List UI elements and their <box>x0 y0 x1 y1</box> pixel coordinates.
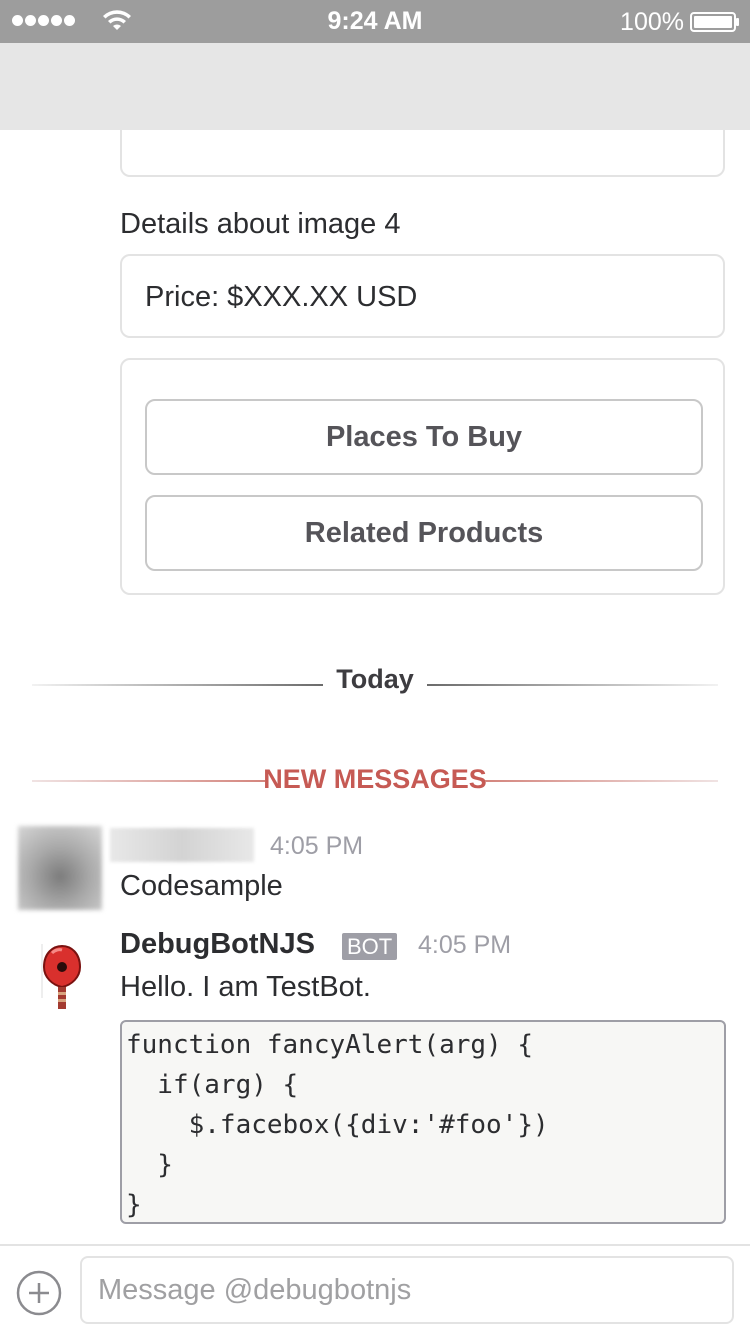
message-text: Codesample <box>120 870 283 902</box>
sender-name-redacted[interactable] <box>110 828 254 862</box>
message-list[interactable]: Details about image 4 Price: $XXX.XX USD… <box>0 130 750 1244</box>
message-input[interactable] <box>80 1256 734 1324</box>
day-divider-label: Today <box>336 664 414 694</box>
code-line: } <box>126 1190 142 1220</box>
message-timestamp: 4:05 PM <box>270 832 364 860</box>
compose-bar <box>0 1244 750 1334</box>
code-line: } <box>126 1150 173 1180</box>
code-line: $.facebox({div:'#foo'}) <box>126 1110 549 1140</box>
avatar[interactable] <box>18 826 102 910</box>
price-text: Price: $XXX.XX USD <box>145 281 418 313</box>
code-line: function fancyAlert(arg) { <box>126 1030 533 1060</box>
plus-circle-icon[interactable] <box>16 1270 62 1316</box>
message-timestamp: 4:05 PM <box>418 931 512 959</box>
places-to-buy-button[interactable]: Places To Buy <box>145 399 703 475</box>
battery-icon <box>690 12 739 32</box>
sender-name[interactable]: DebugBotNJS <box>120 928 315 961</box>
attachment-card-previous <box>120 130 725 177</box>
related-products-button[interactable]: Related Products <box>145 495 703 571</box>
bot-avatar-icon[interactable] <box>24 938 100 1018</box>
status-bar: 9:24 AM 100% <box>0 0 750 43</box>
message-text: Hello. I am TestBot. <box>120 971 371 1003</box>
bot-badge: BOT <box>342 933 398 960</box>
navigation-bar <box>0 43 750 130</box>
day-divider: Today <box>32 662 718 702</box>
battery-percent: 100% <box>620 8 684 36</box>
attachment-actions: Places To Buy Related Products <box>120 358 725 595</box>
code-block: function fancyAlert(arg) { if(arg) { $.f… <box>120 1020 726 1224</box>
price-field: Price: $XXX.XX USD <box>120 254 725 338</box>
attachment-details-text: Details about image 4 <box>120 208 401 240</box>
code-line: if(arg) { <box>126 1070 299 1100</box>
new-messages-divider: NEW MESSAGES <box>32 762 718 798</box>
